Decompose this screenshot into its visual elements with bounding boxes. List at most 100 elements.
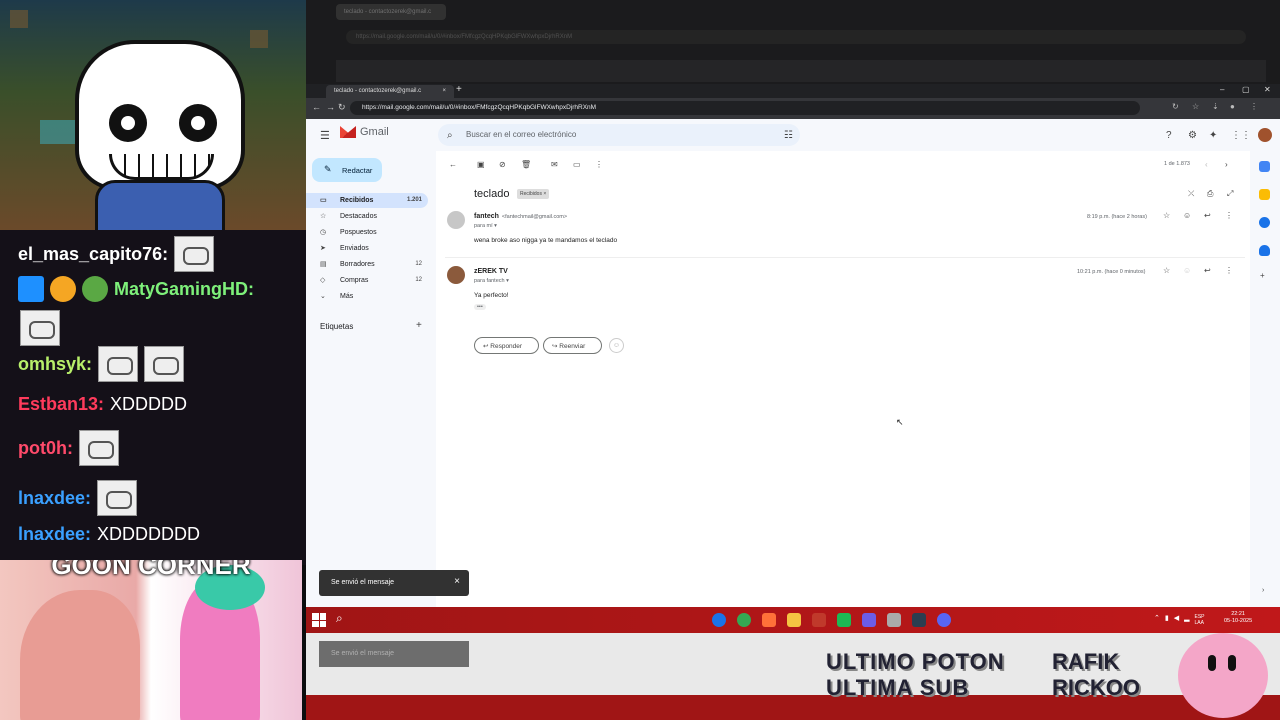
- taskbar-app-icon[interactable]: [937, 613, 951, 627]
- sent-toast: Se envió el mensaje ×: [319, 570, 469, 596]
- emoji-react-button[interactable]: ☺: [609, 338, 624, 353]
- reply-button[interactable]: ↩ Responder: [474, 337, 539, 354]
- main-menu-icon[interactable]: ☰: [320, 129, 330, 142]
- taskbar-app-icon[interactable]: [862, 613, 876, 627]
- sidebar-item-recibidos[interactable]: ▭ Recibidos 1.201: [306, 193, 428, 208]
- expand-panel-icon[interactable]: ›: [1262, 587, 1264, 594]
- sidebar-item-label: Borradores: [340, 261, 375, 268]
- chat-emote-icon: [20, 310, 60, 346]
- sidebar-item-destacados[interactable]: ☆ Destacados: [306, 209, 428, 224]
- star-icon[interactable]: ☆: [1163, 266, 1170, 275]
- forward-button[interactable]: ↪ Reenviar: [543, 337, 602, 354]
- inbox-label-chip[interactable]: Recibidos ×: [517, 189, 550, 199]
- sidebar-item-ms[interactable]: ⌄ Más: [306, 289, 428, 304]
- tab-teclado[interactable]: teclado - contactozerek@gmail.c ×: [326, 85, 454, 98]
- taskbar-app-icon[interactable]: [712, 613, 726, 627]
- windows-start-icon[interactable]: [312, 613, 326, 627]
- chevron-up-icon[interactable]: ⌃: [1154, 614, 1160, 626]
- archive-icon[interactable]: ▣: [477, 160, 485, 169]
- more-icon[interactable]: ⋮: [1225, 266, 1233, 275]
- report-spam-icon[interactable]: ⊘: [499, 160, 506, 169]
- maximize-icon[interactable]: ▢: [1242, 85, 1250, 94]
- minimize-icon[interactable]: –: [1220, 85, 1224, 94]
- gear-icon[interactable]: ⚙: [1188, 130, 1197, 141]
- language-indicator[interactable]: ESP LAA: [1195, 614, 1205, 626]
- open-new-window-icon[interactable]: ⤢: [1227, 189, 1233, 199]
- network-icon[interactable]: ▂: [1184, 614, 1189, 626]
- add-label-icon[interactable]: +: [416, 320, 422, 331]
- help-icon[interactable]: ?: [1166, 130, 1172, 141]
- close-icon[interactable]: ×: [454, 576, 460, 587]
- close-icon[interactable]: ×: [442, 88, 446, 95]
- sidebar-item-borradores[interactable]: ▤ Borradores 12: [306, 257, 428, 272]
- taskbar-app-icon[interactable]: [812, 613, 826, 627]
- chat-username: lnaxdee:: [18, 524, 92, 544]
- tune-icon[interactable]: ☷: [784, 130, 793, 141]
- sidebar-item-enviados[interactable]: ➤ Enviados: [306, 241, 428, 256]
- menu-icon[interactable]: ⋮: [1250, 102, 1258, 111]
- move-to-icon[interactable]: ▭: [573, 160, 581, 169]
- sidebar-item-pospuestos[interactable]: ◷ Pospuestos: [306, 225, 428, 240]
- more-icon[interactable]: ⋮: [1225, 211, 1233, 220]
- calendar-icon[interactable]: [1259, 161, 1270, 172]
- emoji-icon[interactable]: ☺: [1183, 211, 1191, 220]
- new-tab-icon[interactable]: +: [456, 84, 462, 95]
- avatar: [447, 266, 465, 284]
- goon-corner-title: GOON CORNER: [51, 560, 251, 580]
- tasks-icon[interactable]: [1259, 217, 1270, 228]
- contacts-icon[interactable]: [1259, 245, 1270, 256]
- reload-ext-icon[interactable]: ↻: [1172, 102, 1179, 111]
- apps-grid-icon[interactable]: ⋮⋮: [1231, 130, 1251, 141]
- system-tray[interactable]: ⌃ ▮ ◀ ▂ ESP LAA: [1154, 614, 1205, 626]
- address-bar[interactable]: https://mail.google.com/mail/u/0/#inbox/…: [350, 101, 1140, 115]
- search-icon[interactable]: ⌕: [447, 130, 453, 141]
- older-icon[interactable]: ›: [1225, 160, 1228, 169]
- print-icon[interactable]: ⎙: [1207, 189, 1213, 199]
- recipient-toggle[interactable]: para fantech ▾: [474, 278, 509, 284]
- more-options-icon[interactable]: ⋮: [595, 160, 603, 169]
- window-close-icon[interactable]: ✕: [1264, 85, 1271, 94]
- gmail-sidebar: ✎ Redactar ▭ Recibidos 1.201 ☆ Destacados ◷ Po…: [306, 151, 436, 607]
- sidebar-item-compras[interactable]: ◇ Compras 12: [306, 273, 428, 288]
- search-input[interactable]: Buscar en el correo electrónico: [438, 124, 800, 146]
- taskbar-app-icon[interactable]: [912, 613, 926, 627]
- back-to-inbox-icon[interactable]: ←: [449, 160, 457, 169]
- sidebar-item-label: Enviados: [340, 245, 369, 252]
- taskbar-app-icon[interactable]: [737, 613, 751, 627]
- bookmark-icon[interactable]: ☆: [1192, 102, 1199, 111]
- star-icon[interactable]: ☆: [1163, 211, 1170, 220]
- recipient-toggle[interactable]: para mí ▾: [474, 223, 497, 229]
- taskbar-app-icon[interactable]: [787, 613, 801, 627]
- forward-icon[interactable]: →: [326, 102, 335, 112]
- compose-button[interactable]: ✎ Redactar: [312, 158, 382, 182]
- taskbar-app-icon[interactable]: [837, 613, 851, 627]
- reply-icon[interactable]: ↩: [1204, 211, 1211, 220]
- delete-icon[interactable]: 🗑: [521, 160, 531, 169]
- download-icon[interactable]: ⇣: [1212, 102, 1219, 111]
- volume-icon[interactable]: ◀: [1174, 614, 1179, 626]
- search-icon[interactable]: ⌕: [336, 611, 343, 626]
- reply-icon[interactable]: ↩: [1204, 266, 1211, 275]
- back-icon[interactable]: ←: [312, 102, 321, 112]
- sender-name[interactable]: fantech <fantechmail@gmail.com>: [474, 213, 567, 220]
- keep-icon[interactable]: [1259, 189, 1270, 200]
- newer-icon[interactable]: ‹: [1205, 160, 1208, 169]
- taskbar-app-icon[interactable]: [762, 613, 776, 627]
- sender-name[interactable]: zEREK TV: [474, 268, 508, 275]
- mark-unread-icon[interactable]: ✉: [551, 160, 558, 169]
- avatar[interactable]: [1258, 128, 1272, 142]
- clock[interactable]: 22:21 05-10-2025: [1224, 611, 1252, 625]
- add-addon-icon[interactable]: +: [1260, 271, 1265, 280]
- reload-icon[interactable]: ↻: [338, 102, 346, 113]
- profile-icon[interactable]: ●: [1230, 102, 1235, 111]
- taskbar-app-icon[interactable]: [887, 613, 901, 627]
- gmail-logo[interactable]: Gmail: [340, 126, 389, 138]
- battery-icon[interactable]: ▮: [1165, 614, 1169, 626]
- dimmed-browser-echo: teclado - contactozerek@gmail.c https://…: [306, 0, 1280, 84]
- gemini-icon[interactable]: ✦: [1209, 130, 1217, 141]
- show-trimmed-button[interactable]: •••: [474, 304, 486, 310]
- chat-username: lnaxdee:: [18, 487, 92, 508]
- collapse-all-icon[interactable]: ⤫: [1188, 189, 1194, 199]
- emoji-icon[interactable]: ☺: [1183, 266, 1191, 275]
- chat-text: XDDDDDDD: [97, 524, 201, 544]
